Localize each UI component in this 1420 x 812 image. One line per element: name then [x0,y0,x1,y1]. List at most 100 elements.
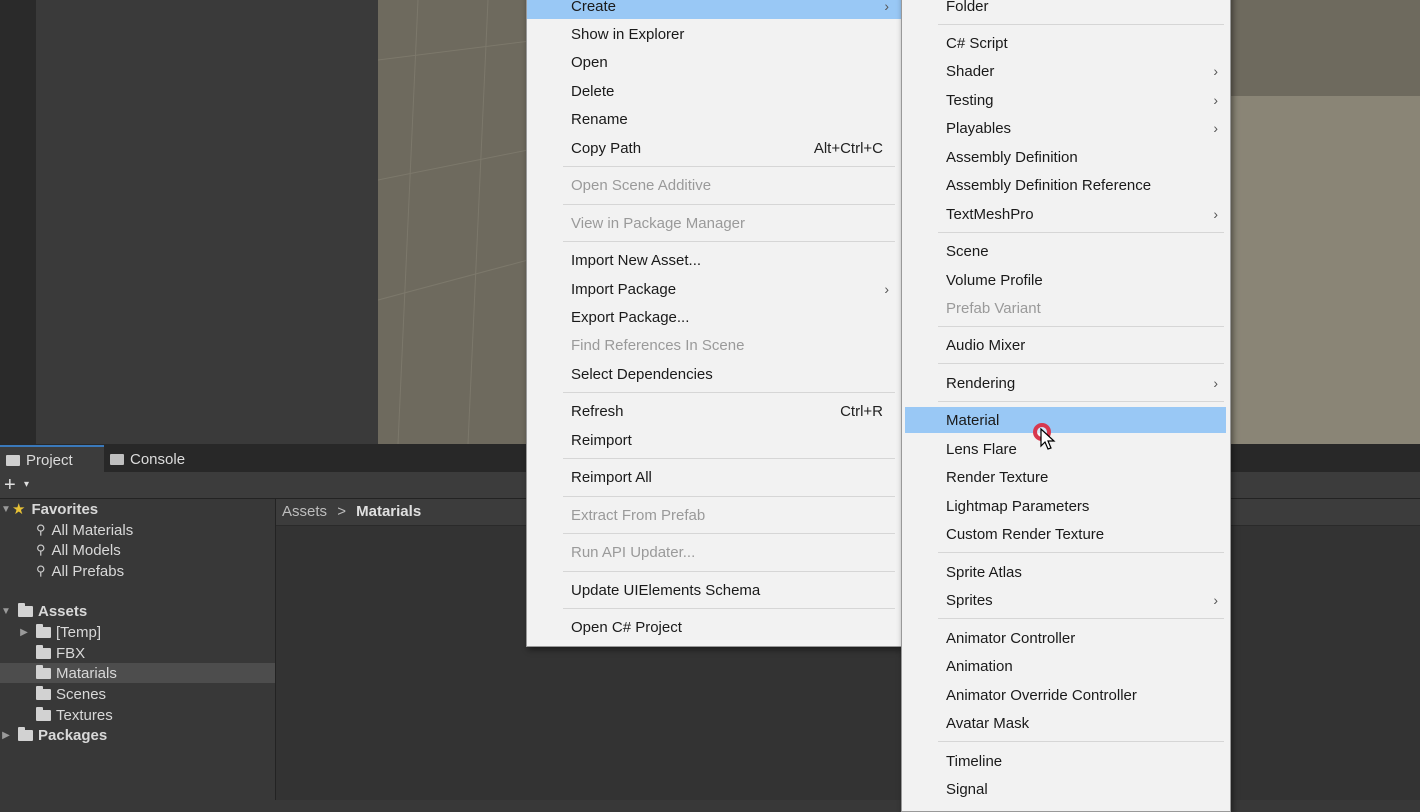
menu-item-label: Material [946,411,1000,429]
tree-label: All Prefabs [51,562,125,580]
menu-item-reimport-all[interactable]: Reimport All [527,464,901,490]
menu-item-animation[interactable]: Animation [902,653,1230,679]
menu-item-csharp-script[interactable]: C# Script [902,30,1230,56]
folder-icon [18,726,33,741]
menu-item-shader[interactable]: Shader › [902,58,1230,84]
breadcrumb-assets[interactable]: Assets [282,503,327,520]
add-button[interactable]: + [4,475,16,495]
menu-separator [563,496,895,497]
menu-item-label: Export Package... [571,308,690,326]
menu-item-open-csharp-project[interactable]: Open C# Project [527,614,901,640]
menu-item-export-package[interactable]: Export Package... [527,304,901,330]
chevron-right-icon: › [1213,592,1218,608]
chevron-down-icon[interactable]: ▾ [24,479,29,490]
menu-item-label: Update UIElements Schema [571,581,761,599]
menu-item-assembly-definition[interactable]: Assembly Definition [902,144,1230,170]
menu-item-label: Show in Explorer [571,25,685,43]
tree-packages[interactable]: ▶ Packages [0,725,275,745]
menu-item-label: Avatar Mask [946,714,1030,732]
menu-item-sprite-atlas[interactable]: Sprite Atlas [902,559,1230,585]
menu-item-label: Rendering [946,374,1016,392]
menu-item-folder[interactable]: Folder [902,0,1230,19]
menu-item-material[interactable]: Material [905,407,1226,433]
menu-item-custom-render-texture[interactable]: Custom Render Texture [902,521,1230,547]
menu-item-timeline[interactable]: Timeline [902,748,1230,774]
menu-item-refresh[interactable]: Refresh Ctrl+R [527,398,901,424]
menu-item-avatar-mask[interactable]: Avatar Mask [902,710,1230,736]
project-tree: ▼ ★ Favorites ⚲ All Materials ⚲ All Mode… [0,499,276,800]
tab-console[interactable]: Console [104,447,191,472]
menu-item-playables[interactable]: Playables › [902,115,1230,141]
menu-item-textmeshpro[interactable]: TextMeshPro › [902,201,1230,227]
menu-item-prefab-variant: Prefab Variant [902,295,1230,321]
menu-item-testing[interactable]: Testing › [902,87,1230,113]
menu-item-label: Lens Flare [946,440,1017,458]
chevron-right-icon: › [884,0,889,14]
tree-item-textures[interactable]: Textures [0,705,275,725]
console-icon [110,454,124,465]
menu-item-create[interactable]: Create › [527,0,901,19]
folder-icon [36,644,51,659]
menu-item-rendering[interactable]: Rendering › [902,370,1230,396]
menu-item-rename[interactable]: Rename [527,106,901,132]
menu-item-sprites[interactable]: Sprites › [902,587,1230,613]
menu-item-reimport[interactable]: Reimport [527,427,901,453]
tree-label: FBX [56,644,86,662]
tree-label: Packages [38,726,108,744]
menu-item-animator-override-controller[interactable]: Animator Override Controller [902,682,1230,708]
breadcrumb-current[interactable]: Matarials [356,503,421,520]
tree-item-all-materials[interactable]: ⚲ All Materials [0,520,275,540]
menu-item-update-uielements-schema[interactable]: Update UIElements Schema [527,577,901,603]
menu-item-label: Extract From Prefab [571,506,706,524]
menu-item-assembly-definition-reference[interactable]: Assembly Definition Reference [902,172,1230,198]
menu-item-signal[interactable]: Signal [902,776,1230,802]
menu-separator [938,401,1224,402]
menu-item-label: Assembly Definition [946,148,1078,166]
menu-item-delete[interactable]: Delete [527,78,901,104]
menu-item-render-texture[interactable]: Render Texture [902,464,1230,490]
hierarchy-panel [36,0,378,444]
tree-item-all-prefabs[interactable]: ⚲ All Prefabs [0,561,275,581]
menu-item-label: Rename [571,110,628,128]
menu-item-scene[interactable]: Scene [902,238,1230,264]
tab-project-label: Project [26,452,73,469]
chevron-down-icon[interactable]: ▼ [0,504,12,515]
menu-item-import-new-asset[interactable]: Import New Asset... [527,247,901,273]
tree-item-temp[interactable]: ▶ [Temp] [0,622,275,642]
menu-item-label: Testing [946,91,994,109]
tree-assets[interactable]: ▼ Assets [0,601,275,621]
menu-item-label: Open Scene Additive [571,176,712,194]
menu-item-select-dependencies[interactable]: Select Dependencies [527,361,901,387]
menu-item-copy-path[interactable]: Copy Path Alt+Ctrl+C [527,135,901,161]
chevron-right-icon[interactable]: ▶ [0,730,12,741]
menu-item-label: Import New Asset... [571,251,702,269]
menu-item-label: Open C# Project [571,618,682,636]
menu-item-label: Import Package [571,280,677,298]
chevron-right-icon[interactable]: ▶ [18,627,30,638]
menu-item-label: Run API Updater... [571,543,696,561]
menu-item-volume-profile[interactable]: Volume Profile [902,267,1230,293]
tab-project[interactable]: Project [0,445,104,474]
menu-item-show-in-explorer[interactable]: Show in Explorer [527,21,901,47]
tree-item-scenes[interactable]: Scenes [0,684,275,704]
menu-item-label: Refresh [571,402,624,420]
menu-item-lens-flare[interactable]: Lens Flare [902,436,1230,462]
tree-label: Favorites [31,500,99,518]
menu-item-open[interactable]: Open [527,49,901,75]
menu-item-view-in-package-manager: View in Package Manager [527,210,901,236]
tree-item-all-models[interactable]: ⚲ All Models [0,540,275,560]
menu-item-run-api-updater: Run API Updater... [527,539,901,565]
tree-item-matarials[interactable]: Matarials [0,663,275,683]
tree-favorites[interactable]: ▼ ★ Favorites [0,499,275,519]
tree-item-fbx[interactable]: FBX [0,643,275,663]
folder-open-icon [18,602,33,617]
menu-item-label: Prefab Variant [946,299,1041,317]
chevron-down-icon[interactable]: ▼ [0,606,12,617]
folder-icon [6,455,20,466]
menu-item-find-references: Find References In Scene [527,332,901,358]
menu-item-import-package[interactable]: Import Package › [527,276,901,302]
menu-item-audio-mixer[interactable]: Audio Mixer [902,332,1230,358]
menu-item-lightmap-parameters[interactable]: Lightmap Parameters [902,493,1230,519]
menu-separator [563,392,895,393]
menu-item-animator-controller[interactable]: Animator Controller [902,625,1230,651]
